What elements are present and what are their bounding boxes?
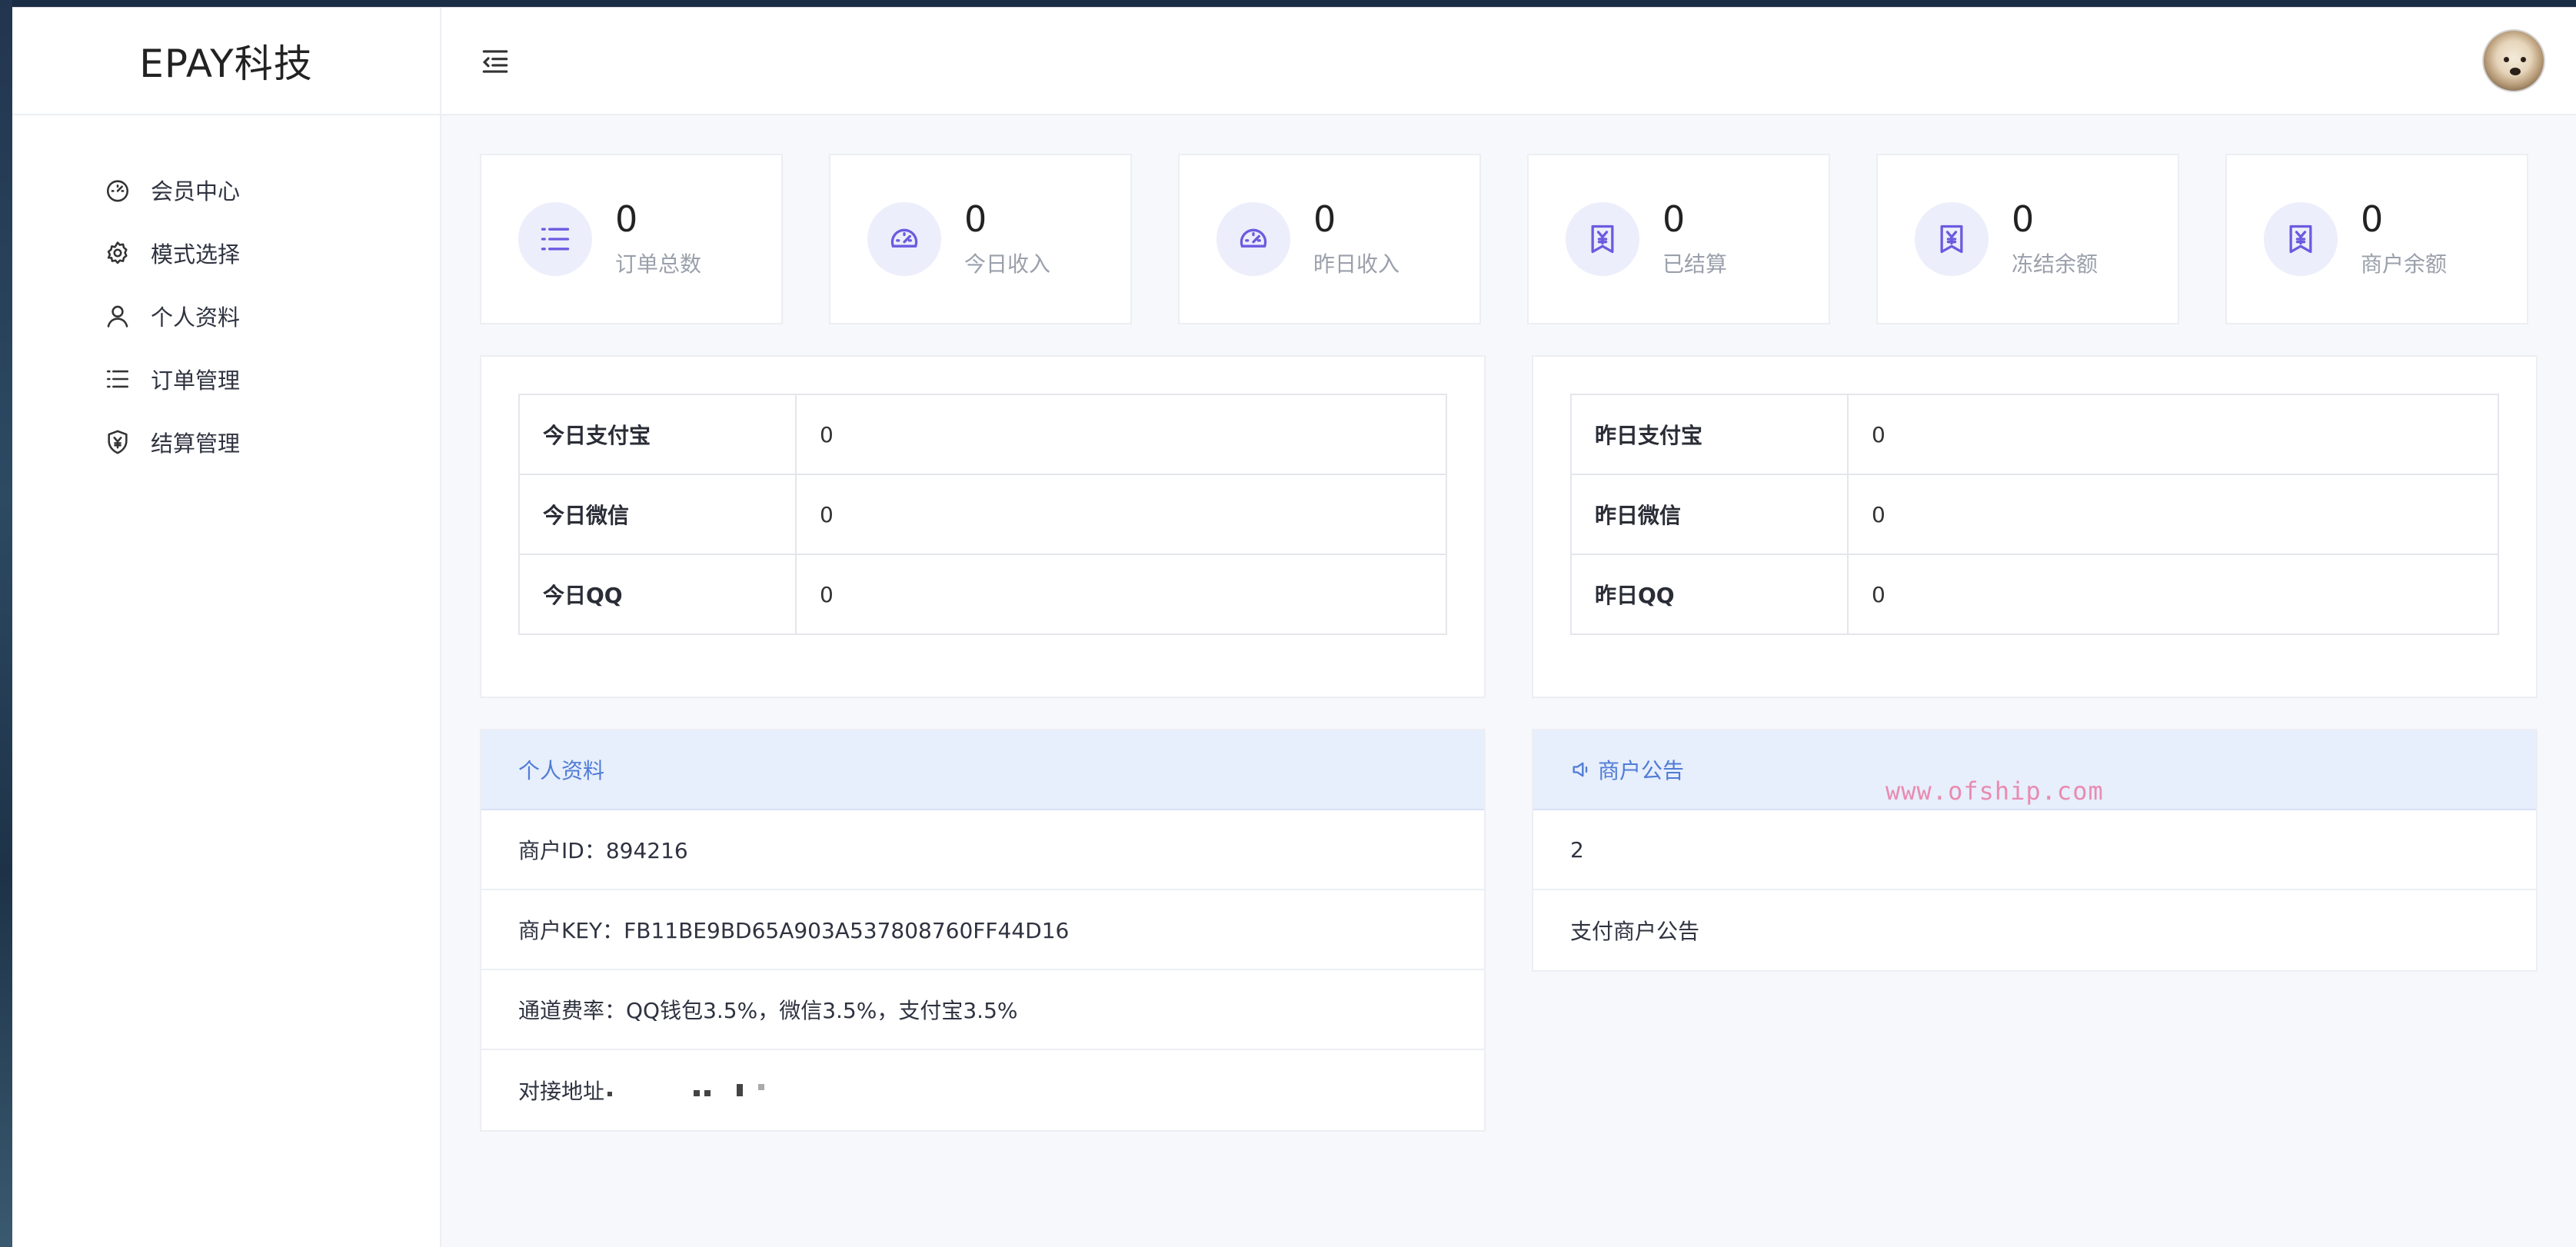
user-avatar[interactable] bbox=[2482, 29, 2545, 92]
sidebar-item-mode-select[interactable]: 模式选择 bbox=[12, 221, 440, 284]
top-header bbox=[441, 8, 2576, 115]
notice-item: 2 bbox=[1533, 810, 2536, 890]
sidebar-menu: 会员中心 模式选择 个人资料 订单管理 结算管理 bbox=[12, 115, 440, 474]
sidebar: EPAY科技 会员中心 模式选择 个人资料 订单管理 结算管理 bbox=[12, 8, 441, 1247]
table-key: 今日微信 bbox=[518, 474, 797, 555]
stat-card-total-orders: 0 订单总数 bbox=[480, 154, 783, 324]
table-row: 昨日微信 0 bbox=[1570, 474, 2499, 555]
brand-logo[interactable]: EPAY科技 bbox=[12, 8, 440, 115]
stat-card-yesterday-income: 0 昨日收入 bbox=[1178, 154, 1481, 324]
yesterday-payment-panel: 昨日支付宝 0 昨日微信 0 昨日QQ 0 bbox=[1532, 355, 2538, 698]
stat-card-frozen-balance: 0 冻结余额 bbox=[1876, 154, 2179, 324]
stat-value: 0 bbox=[1662, 198, 1686, 240]
stat-value: 0 bbox=[2012, 198, 2035, 240]
user-icon bbox=[105, 303, 131, 329]
menu-toggle-button[interactable] bbox=[480, 48, 511, 75]
stat-card-settled: 0 已结算 bbox=[1527, 154, 1830, 324]
merchant-id: 商户ID：894216 bbox=[481, 810, 1484, 890]
stats-row: 0 订单总数 0 今日收入 0 昨日收入 0 已结算 0 冻结余额 0 商户余额 bbox=[480, 154, 2538, 324]
avatar-eye bbox=[2521, 57, 2526, 62]
profile-card-title: 个人资料 bbox=[481, 730, 1484, 810]
today-payment-panel: 今日支付宝 0 今日微信 0 今日QQ 0 bbox=[480, 355, 1486, 698]
table-key: 今日支付宝 bbox=[518, 394, 797, 475]
sidebar-item-profile[interactable]: 个人资料 bbox=[12, 284, 440, 347]
yen-shield-icon bbox=[105, 429, 131, 455]
payment-summary-row: 今日支付宝 0 今日微信 0 今日QQ 0 昨日支付宝 0 昨日微信 0 昨日Q… bbox=[480, 355, 2538, 698]
table-row: 今日微信 0 bbox=[518, 474, 1447, 555]
sidebar-item-label: 模式选择 bbox=[151, 241, 241, 268]
stat-label: 已结算 bbox=[1662, 251, 1728, 278]
yen-bookmark-icon bbox=[2264, 202, 2338, 276]
avatar-eye bbox=[2504, 57, 2509, 62]
speaker-icon bbox=[1573, 762, 1588, 777]
sidebar-item-label: 结算管理 bbox=[151, 431, 241, 457]
gauge-icon bbox=[867, 202, 941, 276]
sidebar-item-label: 个人资料 bbox=[151, 304, 241, 331]
table-value: 0 bbox=[795, 554, 1447, 635]
table-value: 0 bbox=[1847, 554, 2499, 635]
notice-card-title: 商户公告 bbox=[1598, 758, 1685, 783]
sidebar-item-member-center[interactable]: 会员中心 bbox=[12, 158, 440, 221]
stat-value: 0 bbox=[1313, 198, 1336, 240]
yen-bookmark-icon bbox=[1566, 202, 1639, 276]
info-row: 个人资料 商户ID：894216 商户KEY：FB11BE9BD65A903A5… bbox=[480, 729, 2538, 1132]
table-key: 昨日微信 bbox=[1570, 474, 1849, 555]
table-value: 0 bbox=[795, 474, 1447, 555]
stat-label: 订单总数 bbox=[615, 251, 702, 278]
redacted-address bbox=[607, 1084, 765, 1096]
stat-value: 0 bbox=[615, 198, 638, 240]
stat-label: 冻结余额 bbox=[2012, 251, 2098, 278]
stat-label: 昨日收入 bbox=[1313, 251, 1400, 278]
table-value: 0 bbox=[1847, 474, 2499, 555]
yen-bookmark-icon bbox=[1915, 202, 1989, 276]
list-icon bbox=[518, 202, 592, 276]
list-icon bbox=[105, 366, 131, 392]
notice-item: 支付商户公告 bbox=[1570, 919, 1700, 944]
table-row: 昨日QQ 0 bbox=[1570, 554, 2499, 635]
stat-label: 今日收入 bbox=[964, 251, 1051, 278]
table-row: 今日QQ 0 bbox=[518, 554, 1447, 635]
stat-label: 商户余额 bbox=[2361, 251, 2448, 278]
avatar-nose bbox=[2510, 68, 2521, 75]
merchant-key: 商户KEY：FB11BE9BD65A903A537808760FF44D16 bbox=[481, 890, 1484, 970]
table-value: 0 bbox=[1847, 394, 2499, 475]
notice-card: 商户公告 2 支付商户公告 bbox=[1532, 729, 2538, 972]
table-row: 今日支付宝 0 bbox=[518, 394, 1447, 475]
main-content: 0 订单总数 0 今日收入 0 昨日收入 0 已结算 0 冻结余额 0 商户余额… bbox=[480, 154, 2538, 1132]
sidebar-item-label: 会员中心 bbox=[151, 178, 241, 205]
watermark-text: www.ofship.com bbox=[1885, 776, 2104, 806]
sidebar-item-settlement[interactable]: 结算管理 bbox=[12, 411, 440, 474]
yesterday-payment-table: 昨日支付宝 0 昨日微信 0 昨日QQ 0 bbox=[1570, 394, 2499, 635]
desktop-background bbox=[0, 0, 12, 1247]
table-key: 昨日支付宝 bbox=[1570, 394, 1849, 475]
menu-fold-icon bbox=[482, 50, 508, 73]
stat-card-today-income: 0 今日收入 bbox=[829, 154, 1132, 324]
stat-card-merchant-balance: 0 商户余额 bbox=[2225, 154, 2528, 324]
dashboard-icon bbox=[105, 177, 131, 203]
channel-rates: 通道费率：QQ钱包3.5%，微信3.5%，支付宝3.5% bbox=[481, 970, 1484, 1050]
gear-icon bbox=[105, 240, 131, 266]
table-row: 昨日支付宝 0 bbox=[1570, 394, 2499, 475]
table-key: 今日QQ bbox=[518, 554, 797, 635]
table-value: 0 bbox=[795, 394, 1447, 475]
gauge-icon bbox=[1216, 202, 1290, 276]
profile-card: 个人资料 商户ID：894216 商户KEY：FB11BE9BD65A903A5… bbox=[480, 729, 1486, 1132]
api-address-row: 对接地址 bbox=[481, 1050, 1484, 1130]
sidebar-item-orders[interactable]: 订单管理 bbox=[12, 347, 440, 411]
stat-value: 0 bbox=[2361, 198, 2384, 240]
stat-value: 0 bbox=[964, 198, 987, 240]
sidebar-item-label: 订单管理 bbox=[151, 367, 241, 394]
app-window: EPAY科技 会员中心 模式选择 个人资料 订单管理 结算管理 0 订单总数 0… bbox=[12, 7, 2576, 1247]
table-key: 昨日QQ bbox=[1570, 554, 1849, 635]
today-payment-table: 今日支付宝 0 今日微信 0 今日QQ 0 bbox=[518, 394, 1447, 635]
api-address-label: 对接地址 bbox=[518, 1079, 605, 1104]
